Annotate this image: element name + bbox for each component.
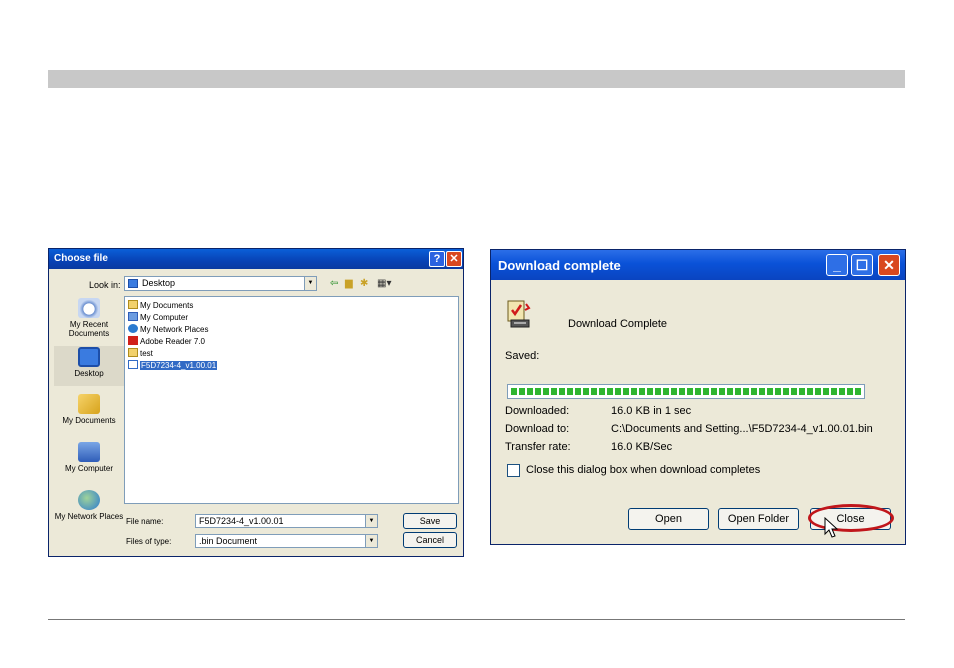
transfer-rate-value: 16.0 KB/Sec [611,441,673,453]
title-bar[interactable]: Download complete _ ☐ ✕ [491,250,905,280]
cancel-button[interactable]: Cancel [403,532,457,548]
folder-icon [128,348,138,357]
up-folder-icon[interactable]: ▆ [345,278,353,289]
list-item[interactable]: F5D7234-4_v1.00.01 [128,360,218,372]
download-to-label: Download to: [505,423,570,435]
saved-label: Saved: [505,350,540,362]
file-type-dropdown[interactable]: .bin Document ▼ [195,534,378,548]
my-documents-icon [78,394,100,414]
open-folder-button[interactable]: Open Folder [718,508,799,530]
place-label: My Documents [62,416,116,425]
place-my-documents[interactable]: My Documents [54,394,124,434]
chevron-down-icon[interactable]: ▼ [304,277,316,290]
my-computer-icon [78,442,100,462]
chevron-down-icon[interactable]: ▼ [365,535,377,547]
look-in-dropdown[interactable]: Desktop ▼ [124,276,317,291]
close-on-complete-checkbox[interactable] [507,464,520,477]
downloaded-value: 16.0 KB in 1 sec [611,405,692,417]
download-complete-icon [507,300,531,328]
open-button[interactable]: Open [628,508,709,530]
file-type-label: Files of type: [126,537,172,546]
choose-file-dialog: Choose file ? ✕ Look in: Desktop ▼ ⇦ ▆ ✱… [48,248,464,557]
save-button[interactable]: Save [403,513,457,529]
look-in-value: Desktop [142,278,176,288]
file-icon [128,360,138,369]
transfer-rate-row: Transfer rate: 16.0 KB/Sec [505,441,672,453]
pdf-icon [128,336,138,345]
download-complete-dialog: Download complete _ ☐ ✕ Download Complet… [490,249,906,545]
dialog-title: Choose file [54,253,108,264]
progress-bar [507,384,865,399]
file-list[interactable]: My Documents My Computer My Network Plac… [124,296,459,504]
header-bar [48,70,905,88]
place-network-places[interactable]: My Network Places [54,490,124,536]
downloaded-label: Downloaded: [505,405,570,417]
progress-fill [511,388,861,395]
network-places-icon [78,490,100,510]
highlight-ring [808,504,894,532]
desktop-icon [78,347,100,367]
mouse-cursor-icon [824,517,839,538]
dialog-title: Download complete [498,258,621,273]
file-name-field[interactable]: F5D7234-4_v1.00.01 ▼ [195,514,378,528]
place-recent-documents[interactable]: My Recent Documents [54,298,124,342]
close-on-complete-label[interactable]: Close this dialog box when download comp… [526,464,760,476]
place-my-computer[interactable]: My Computer [54,442,124,482]
list-item[interactable]: test [128,348,153,360]
minimize-button[interactable]: _ [826,254,848,276]
download-heading: Download Complete [568,318,668,330]
close-button[interactable]: ✕ [446,251,462,267]
file-name-label: File name: [126,517,164,526]
places-bar: My Recent Documents Desktop My Documents… [54,296,124,551]
new-folder-icon[interactable]: ✱ [360,278,368,289]
close-window-button[interactable]: ✕ [878,254,900,276]
place-label: My Network Places [54,512,124,521]
back-icon[interactable]: ⇦ [330,278,338,289]
look-in-label: Look in: [89,280,121,290]
maximize-button[interactable]: ☐ [851,254,873,276]
footer-rule [48,619,905,620]
folder-icon [128,300,138,309]
title-bar[interactable]: Choose file ? ✕ [49,249,463,269]
download-to-value: C:\Documents and Setting...\F5D7234-4_v1… [611,423,873,435]
downloaded-row: Downloaded: 16.0 KB in 1 sec [505,405,691,417]
place-label: Desktop [74,369,104,378]
place-label: My Recent Documents [68,320,110,338]
list-item[interactable]: My Network Places [128,324,208,336]
place-label: My Computer [64,464,113,473]
view-menu-icon[interactable]: ▦▾ [377,278,391,289]
list-item[interactable]: My Computer [128,312,188,324]
help-button[interactable]: ? [429,251,445,267]
download-to-row: Download to: C:\Documents and Setting...… [505,423,873,435]
recent-documents-icon [78,298,100,318]
list-item[interactable]: My Documents [128,300,193,312]
transfer-rate-label: Transfer rate: [505,441,571,453]
chevron-down-icon[interactable]: ▼ [365,515,377,527]
place-desktop[interactable]: Desktop [54,346,124,386]
desktop-icon [128,279,138,288]
network-icon [128,324,138,333]
list-item[interactable]: Adobe Reader 7.0 [128,336,205,348]
computer-icon [128,312,138,321]
